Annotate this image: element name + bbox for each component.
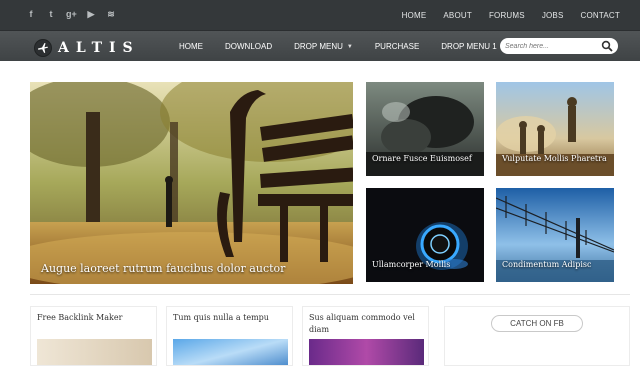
park-bench-image: [30, 82, 353, 284]
search-box: [500, 38, 618, 54]
top-link-contact[interactable]: CONTACT: [581, 11, 620, 20]
social-links: f t g+ ▶ ≋: [26, 9, 116, 20]
post-card-image: [309, 339, 424, 365]
post-card-2[interactable]: Tum quis nulla a tempu: [166, 306, 293, 366]
post-card-image: [173, 339, 288, 365]
logo-text: ALTIS: [58, 40, 140, 56]
top-link-home[interactable]: HOME: [402, 11, 427, 20]
main-nav-bar: ALTIS HOME DOWNLOAD DROP MENU ▼ PURCHASE …: [0, 30, 640, 61]
sidebar-widget: CATCH ON FB: [444, 306, 630, 366]
featured-main-caption[interactable]: Augue laoreet rutrum faucibus dolor auct…: [41, 262, 285, 275]
tile-caption[interactable]: Ornare Fusce Euismosef: [372, 154, 472, 163]
tile-caption[interactable]: Condimentum Adipisc: [502, 260, 591, 269]
nav-label: DROP MENU: [294, 42, 343, 51]
nav-item-drop-menu[interactable]: DROP MENU ▼: [294, 42, 353, 51]
site-logo[interactable]: ALTIS: [34, 39, 140, 57]
nav-label: DOWNLOAD: [225, 42, 273, 51]
top-link-jobs[interactable]: JOBS: [542, 11, 564, 20]
top-link-about[interactable]: ABOUT: [443, 11, 472, 20]
catch-on-fb-button[interactable]: CATCH ON FB: [491, 315, 583, 332]
caret-down-icon: ▼: [346, 43, 353, 50]
nav-item-home[interactable]: HOME: [179, 42, 203, 51]
googleplus-icon[interactable]: g+: [66, 9, 77, 20]
top-link-forums[interactable]: FORUMS: [489, 11, 525, 20]
nav-item-download[interactable]: DOWNLOAD: [225, 42, 272, 51]
nav-item-drop-menu-1[interactable]: DROP MENU 1▼: [441, 42, 506, 51]
featured-tile-2[interactable]: Vulputate Mollis Pharetra: [496, 82, 614, 176]
nav-item-purchase[interactable]: PURCHASE: [375, 42, 419, 51]
featured-tile-3[interactable]: Ullamcorper Mollis: [366, 188, 484, 282]
twitter-icon[interactable]: t: [46, 9, 56, 20]
main-menu: HOME DOWNLOAD DROP MENU ▼ PURCHASE DROP M…: [168, 42, 518, 51]
nav-label: HOME: [179, 42, 203, 51]
section-divider: [30, 294, 630, 295]
top-bar: f t g+ ▶ ≋ HOME ABOUT FORUMS JOBS CONTAC…: [0, 0, 640, 30]
rss-icon[interactable]: ≋: [106, 9, 116, 20]
post-card-3[interactable]: Sus aliquam commodo vel diam: [302, 306, 429, 366]
plane-icon: [34, 39, 52, 57]
featured-main-post[interactable]: Augue laoreet rutrum faucibus dolor auct…: [30, 82, 353, 284]
tile-caption[interactable]: Ullamcorper Mollis: [372, 260, 450, 269]
top-links: HOME ABOUT FORUMS JOBS CONTACT: [402, 11, 620, 20]
search-input[interactable]: [505, 40, 597, 52]
featured-tile-1[interactable]: Ornare Fusce Euismosef: [366, 82, 484, 176]
post-card-title[interactable]: Sus aliquam commodo vel diam: [309, 312, 425, 336]
post-card-title[interactable]: Tum quis nulla a tempu: [173, 312, 289, 324]
nav-label: PURCHASE: [374, 42, 420, 51]
nav-label: DROP MENU 1: [441, 42, 497, 51]
facebook-icon[interactable]: f: [26, 9, 36, 20]
post-card-1[interactable]: Free Backlink Maker: [30, 306, 157, 366]
search-icon[interactable]: [601, 40, 613, 52]
tile-caption[interactable]: Vulputate Mollis Pharetra: [502, 154, 607, 163]
post-card-title[interactable]: Free Backlink Maker: [37, 312, 153, 324]
featured-tile-4[interactable]: Condimentum Adipisc: [496, 188, 614, 282]
youtube-icon[interactable]: ▶: [86, 9, 96, 20]
post-card-image: [37, 339, 152, 365]
